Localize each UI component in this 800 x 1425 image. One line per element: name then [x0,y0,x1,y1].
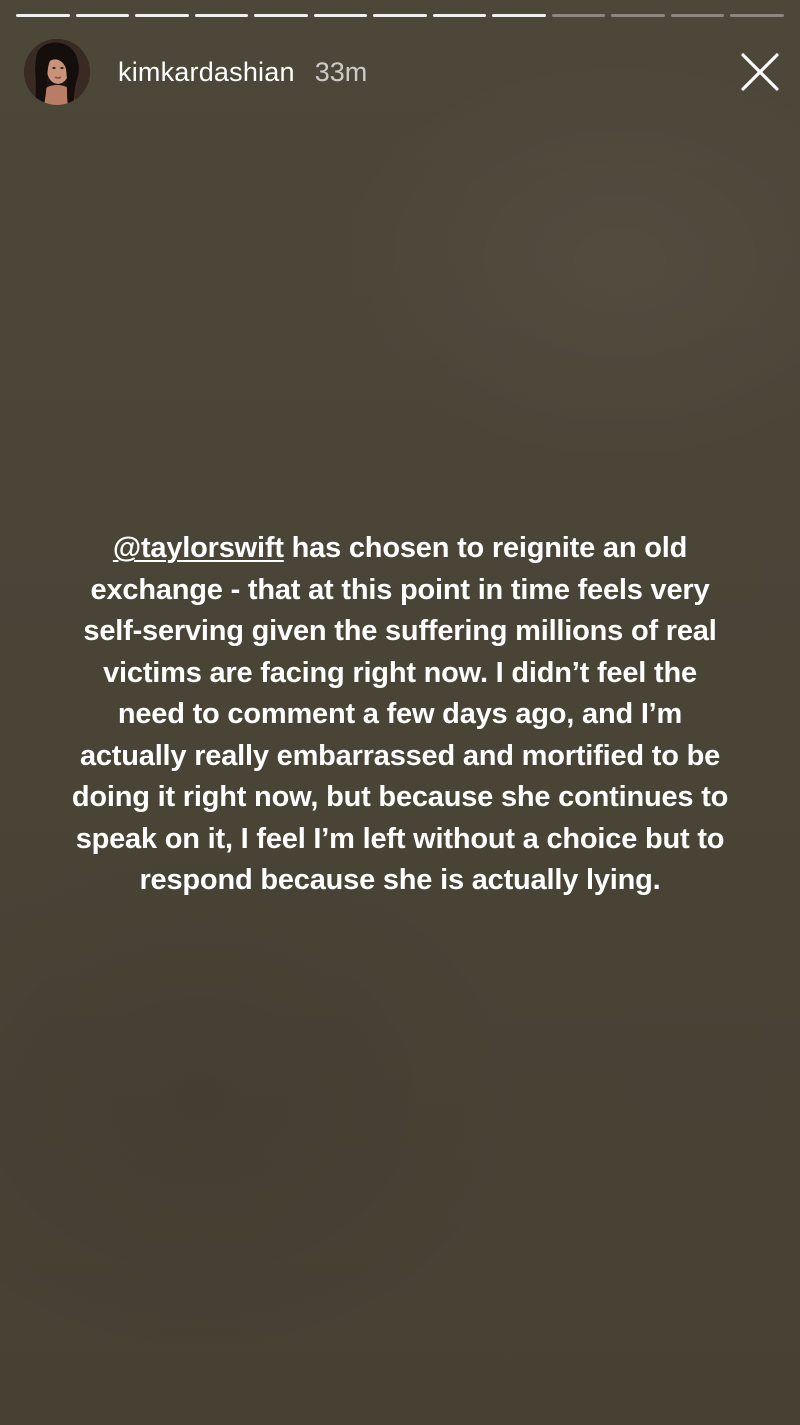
progress-segment [75,14,130,17]
progress-segment [670,14,725,17]
story-text-line: respond because she is actually lying. [139,864,661,896]
close-x-icon [741,53,779,91]
story-text-line: doing it right now, but because she cont… [71,781,729,813]
progress-segment [611,14,665,17]
progress-segment [373,14,427,17]
progress-segment [551,14,606,17]
progress-segment [194,14,249,17]
progress-segment [254,14,308,17]
timestamp: 33m [314,56,368,87]
story-text: @taylorswift has chosen to reignite an o… [20,528,780,902]
progress-segment [313,14,368,17]
story-text-line: has chosen to reignite an old [283,532,688,564]
story-text-line: victims are facing right now. I didn’t f… [103,656,697,689]
story-viewer[interactable]: kimkardashian 33m @taylorswift has chose… [0,0,800,1425]
avatar[interactable] [24,39,90,105]
story-header: kimkardashian 33m [24,38,782,106]
progress-segment [730,14,784,17]
story-text-line: self-serving given the suffering million… [83,615,717,647]
username[interactable]: kimkardashian [118,57,295,88]
story-text-line: actually really embarrassed and mortifie… [79,739,721,772]
story-text-line: speak on it, I feel I’m left without a c… [75,822,725,855]
story-progress-bar [16,14,784,18]
mention-link[interactable]: @taylorswift [113,532,284,564]
close-button[interactable] [738,50,782,94]
progress-segment [16,14,70,17]
story-text-line: exchange - that at this point in time fe… [90,573,710,606]
progress-segment [432,14,487,17]
progress-segment [492,14,546,17]
progress-segment [135,14,189,17]
story-text-line: need to comment a few days ago, and I’m [117,698,683,730]
profile-photo-icon [24,39,90,105]
